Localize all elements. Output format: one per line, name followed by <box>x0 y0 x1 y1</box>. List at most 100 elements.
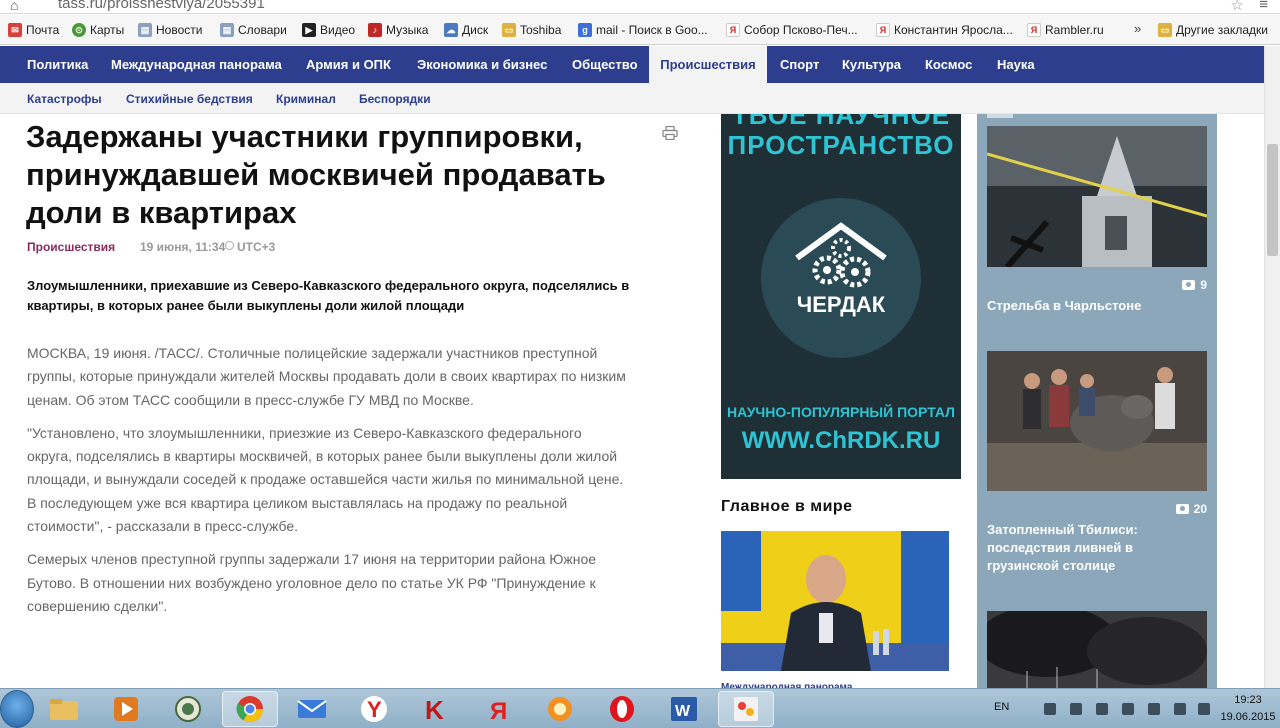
ad-line-2: ПРОСТРАНСТВО <box>727 130 955 160</box>
gallery-caption[interactable]: Стрельба в Чарльстоне <box>987 297 1197 315</box>
mail-icon <box>297 700 327 718</box>
tray-icon[interactable] <box>1070 703 1082 715</box>
taskbar-app-2[interactable] <box>532 691 588 727</box>
gallery-tab[interactable] <box>987 114 1013 118</box>
taskbar-media[interactable] <box>98 691 154 727</box>
taskbar-yandex[interactable]: Y <box>346 691 402 727</box>
gallery-image[interactable] <box>987 351 1207 491</box>
taskbar-app[interactable] <box>160 691 216 727</box>
gallery-image[interactable] <box>987 126 1207 267</box>
subnav-item-riots[interactable]: Беспорядки <box>359 92 431 106</box>
ad-brand: ЧЕРДАК <box>796 292 886 317</box>
taskbar-chrome[interactable] <box>222 691 278 727</box>
taskbar-opera[interactable] <box>594 691 650 727</box>
paint-icon <box>734 697 758 721</box>
tray-icon[interactable] <box>1044 703 1056 715</box>
taskbar-paint[interactable] <box>718 691 774 727</box>
bookmark-item[interactable]: Я Константин Яросла... <box>876 22 1013 38</box>
bookmark-item[interactable]: ▤ Новости <box>138 22 202 38</box>
page-icon: ▤ <box>220 23 234 37</box>
url-field[interactable]: tass.ru/proisshestviya/2055391 <box>58 0 265 12</box>
page-icon: ▤ <box>138 23 152 37</box>
volume-icon[interactable] <box>1122 703 1134 715</box>
nav-item-culture[interactable]: Культура <box>842 46 901 83</box>
taskbar-explorer[interactable] <box>36 691 92 727</box>
article-body: МОСКВА, 19 июня. /ТАСС/. Столичные полиц… <box>27 342 627 628</box>
bookmark-item[interactable]: ⊙ Карты <box>72 22 124 38</box>
sub-nav: Катастрофы Стихийные бедствия Криминал Б… <box>0 83 1264 114</box>
bookmark-item[interactable]: Я Собор Псково-Печ... <box>726 22 858 38</box>
article-category[interactable]: Происшествия <box>27 240 115 254</box>
subnav-item-natural[interactable]: Стихийные бедствия <box>126 92 253 106</box>
bookmark-item[interactable]: ▤ Словари <box>220 22 287 38</box>
menu-icon[interactable]: ≡ <box>1259 0 1268 13</box>
bookmark-item[interactable]: ☁ Диск <box>444 22 488 38</box>
nav-item-economy[interactable]: Экономика и бизнес <box>417 46 547 83</box>
disk-icon: ☁ <box>444 23 458 37</box>
article-timezone: UTC+3 <box>237 240 276 254</box>
subnav-item-disasters[interactable]: Катастрофы <box>27 92 102 106</box>
svg-text:Я: Я <box>490 698 507 723</box>
article-paragraph: "Установлено, что злоумышленники, приезж… <box>27 424 624 535</box>
tray-icon[interactable] <box>1096 703 1108 715</box>
svg-text:W: W <box>675 703 691 720</box>
scrollbar[interactable] <box>1264 46 1280 688</box>
bookmarks-more-button[interactable]: » <box>1134 21 1141 36</box>
camera-icon <box>1182 280 1196 290</box>
nav-item-army[interactable]: Армия и ОПК <box>306 46 391 83</box>
browser-window: ⌂ tass.ru/proisshestviya/2055391 ☆ ≡ ✉ По… <box>0 0 1280 728</box>
bookmark-item[interactable]: ▶ Видео <box>302 22 355 38</box>
subnav-item-crime[interactable]: Криминал <box>276 92 336 106</box>
svg-text:K: K <box>425 695 444 723</box>
yandex-browser-icon: Y <box>361 696 387 722</box>
article-lead: Злоумышленники, приехавшие из Северо-Кав… <box>27 278 630 313</box>
address-bar: ⌂ tass.ru/proisshestviya/2055391 ☆ ≡ <box>0 0 1280 14</box>
gallery-caption[interactable]: Затопленный Тбилиси: последствия ливней … <box>987 521 1197 575</box>
music-icon: ♪ <box>368 23 382 37</box>
taskbar-yandex-2[interactable]: Я <box>470 691 526 727</box>
yandex-icon: Я <box>726 23 740 37</box>
clock-date[interactable]: 19.06.2015 <box>1218 711 1278 723</box>
yandex-icon: Я <box>1027 23 1041 37</box>
language-indicator[interactable]: EN <box>994 701 1009 713</box>
bookmark-item[interactable]: ▭ Toshiba <box>502 22 561 38</box>
globe-icon <box>175 696 201 722</box>
network-icon[interactable] <box>1174 703 1186 715</box>
camera-icon <box>1175 504 1189 514</box>
article-meta: Происшествия 19 июня, 11:34 UTC+3 <box>27 240 275 254</box>
burn-icon <box>548 697 572 721</box>
world-news-image[interactable] <box>721 531 949 671</box>
taskbar-word[interactable]: W <box>656 691 712 727</box>
church-photo <box>987 126 1207 267</box>
tray-icon[interactable] <box>1198 703 1210 715</box>
scrollbar-thumb[interactable] <box>1267 144 1278 256</box>
bookmark-item[interactable]: ✉ Почта <box>8 22 59 38</box>
tray-icon[interactable] <box>1148 703 1160 715</box>
taskbar-mail[interactable] <box>284 691 340 727</box>
other-bookmarks[interactable]: ▭ Другие закладки <box>1158 22 1268 38</box>
print-icon[interactable] <box>662 126 678 140</box>
nav-item-society[interactable]: Общество <box>572 46 638 83</box>
home-icon[interactable]: ⌂ <box>10 0 18 13</box>
kaspersky-icon: K <box>425 695 444 723</box>
nav-item-space[interactable]: Космос <box>925 46 972 83</box>
nav-item-politics[interactable]: Политика <box>27 46 88 83</box>
nav-item-sport[interactable]: Спорт <box>780 46 819 83</box>
ad-banner[interactable]: ТВОЕ НАУЧНОЕ ПРОСТРАНСТВО ЧЕРДАК НАУЧНО-… <box>721 114 961 479</box>
nav-item-world[interactable]: Международная панорама <box>111 46 282 83</box>
bookmark-item[interactable]: Я Rambler.ru <box>1027 22 1104 38</box>
word-icon: W <box>671 697 697 721</box>
star-icon[interactable]: ☆ <box>1231 0 1244 14</box>
nav-item-science[interactable]: Наука <box>997 46 1035 83</box>
ad-tagline: НАУЧНО-ПОПУЛЯРНЫЙ ПОРТАЛ <box>727 404 955 420</box>
clock-icon <box>225 241 234 250</box>
bookmark-item[interactable]: ♪ Музыка <box>368 22 428 38</box>
nav-item-incidents[interactable]: Происшествия <box>649 46 767 83</box>
clock-time[interactable]: 19:23 <box>1218 694 1278 706</box>
svg-text:Y: Y <box>367 697 382 722</box>
taskbar-kaspersky[interactable]: K <box>408 691 464 727</box>
mail-icon: ✉ <box>8 23 22 37</box>
start-button[interactable] <box>0 690 34 728</box>
opera-icon <box>610 696 634 722</box>
bookmark-item[interactable]: g mail - Поиск в Goo... <box>578 22 708 38</box>
